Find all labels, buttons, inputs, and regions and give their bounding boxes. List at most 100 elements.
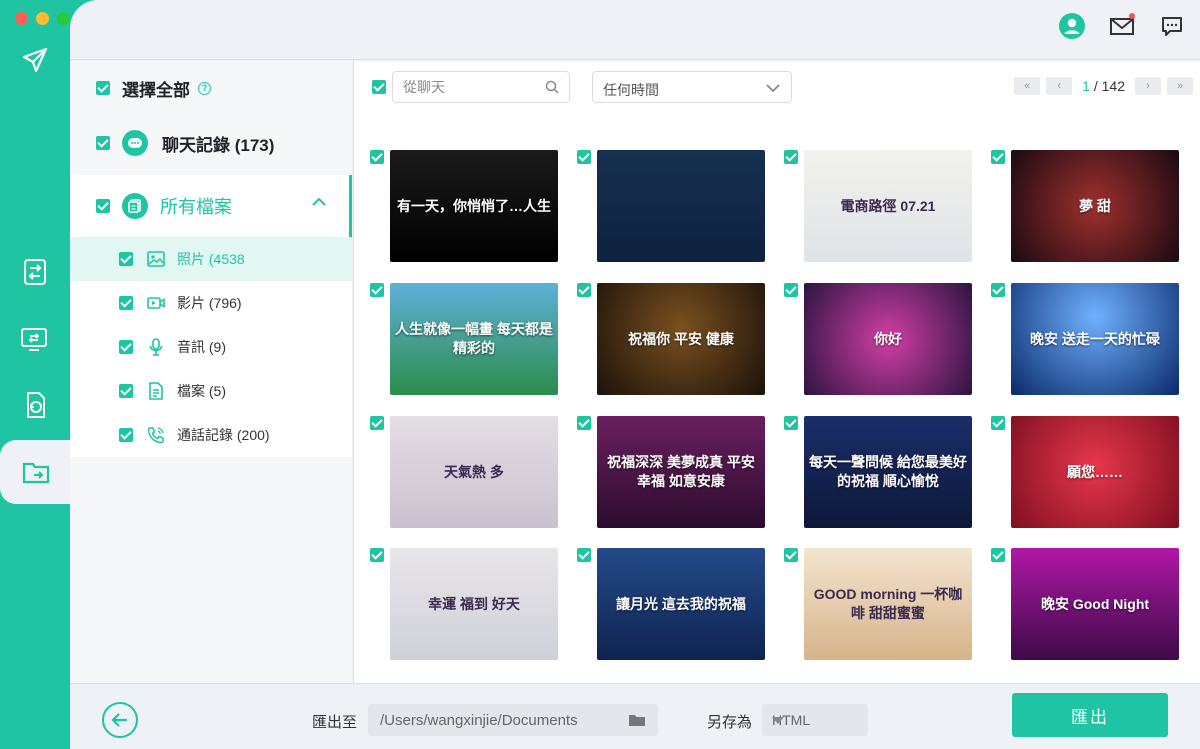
photo-thumbnail[interactable]: 你好 (804, 283, 972, 395)
photo-checkbox[interactable] (784, 150, 798, 164)
export-path-field[interactable]: /Users/wangxinjie/Documents (368, 704, 658, 736)
rail-device-sync-button[interactable] (0, 306, 70, 370)
chevron-up-icon[interactable] (311, 197, 327, 207)
account-button[interactable] (1058, 12, 1086, 40)
photo-tile[interactable]: 願您…… (991, 416, 1179, 528)
sidebar-item-photos[interactable]: 照片 (4538 (70, 237, 352, 281)
document-icon (147, 382, 165, 400)
photo-thumbnail[interactable]: 祝福深深 美夢成真 平安幸福 如意安康 (597, 416, 765, 528)
photo-tile[interactable]: 夢 甜 (991, 150, 1179, 262)
photo-thumbnail[interactable]: 幸運 福到 好天 (390, 548, 558, 660)
thumbnail-caption: 祝福你 平安 健康 (628, 330, 734, 347)
search-input[interactable] (403, 72, 543, 102)
rail-restore-button[interactable] (0, 373, 70, 437)
photo-tile[interactable] (577, 150, 765, 262)
photo-thumbnail[interactable]: 祝福你 平安 健康 (597, 283, 765, 395)
audio-icon (147, 338, 165, 356)
search-icon[interactable] (545, 80, 559, 94)
photo-tile[interactable]: 晚安 Good Night (991, 548, 1179, 660)
all-files-checkbox[interactable] (96, 199, 110, 213)
minimize-window-button[interactable] (36, 12, 49, 25)
feedback-button[interactable] (1158, 12, 1186, 40)
first-page-button[interactable]: « (1014, 77, 1041, 95)
format-select[interactable]: HTML (762, 704, 868, 736)
sidebar-item-audio[interactable]: 音訊 (9) (70, 325, 352, 369)
audio-label: 音訊 (9) (177, 339, 226, 355)
photo-checkbox[interactable] (370, 150, 384, 164)
chat-records-checkbox[interactable] (96, 136, 110, 150)
photo-thumbnail[interactable]: 人生就像一幅畫 每天都是精彩的 (390, 283, 558, 395)
photo-checkbox[interactable] (991, 416, 1005, 430)
thumbnail-caption: 天氣熱 多 (444, 463, 504, 480)
current-page: 1 (1082, 78, 1090, 94)
photo-tile[interactable]: 讓月光 這去我的祝福 (577, 548, 765, 660)
photo-checkbox[interactable] (784, 416, 798, 430)
photo-checkbox[interactable] (370, 416, 384, 430)
photo-tile[interactable]: 每天一聲問候 給您最美好的祝福 順心愉悅 (784, 416, 972, 528)
photo-tile[interactable]: 電商路徑 07.21 (784, 150, 972, 262)
photo-tile[interactable]: 天氣熱 多 (370, 416, 558, 528)
sidebar-item-documents[interactable]: 檔案 (5) (70, 369, 352, 413)
photo-tile[interactable]: GOOD morning 一杯咖啡 甜甜蜜蜜 (784, 548, 972, 660)
chevron-down-icon (766, 84, 780, 93)
photo-checkbox[interactable] (991, 283, 1005, 297)
photo-checkbox[interactable] (577, 548, 591, 562)
select-all-checkbox[interactable] (96, 81, 110, 95)
search-box[interactable] (392, 71, 570, 103)
photo-checkbox[interactable] (370, 548, 384, 562)
top-bar (70, 0, 1200, 60)
audio-checkbox[interactable] (119, 340, 133, 354)
photo-checkbox[interactable] (577, 283, 591, 297)
all-files-row[interactable]: 所有檔案 (70, 175, 352, 237)
photo-thumbnail[interactable]: 晚安 Good Night (1011, 548, 1179, 660)
photo-thumbnail[interactable]: 夢 甜 (1011, 150, 1179, 262)
calls-checkbox[interactable] (119, 428, 133, 442)
back-button[interactable] (102, 702, 138, 738)
thumbnail-caption: 人生就像一幅畫 每天都是精彩的 (395, 321, 553, 356)
photo-thumbnail[interactable]: 晚安 送走一天的忙碌 (1011, 283, 1179, 395)
photo-thumbnail[interactable]: 每天一聲問候 給您最美好的祝福 順心愉悅 (804, 416, 972, 528)
photo-tile[interactable]: 祝福深深 美夢成真 平安幸福 如意安康 (577, 416, 765, 528)
rail-export-button[interactable] (0, 440, 72, 504)
photo-tile[interactable]: 你好 (784, 283, 972, 395)
rail-transfer-button[interactable] (0, 240, 70, 304)
photo-thumbnail[interactable]: 電商路徑 07.21 (804, 150, 972, 262)
photo-tile[interactable]: 有一天，你悄悄了…人生 (370, 150, 558, 262)
photo-checkbox[interactable] (577, 416, 591, 430)
select-page-checkbox[interactable] (372, 80, 386, 94)
photo-checkbox[interactable] (370, 283, 384, 297)
photos-checkbox[interactable] (119, 252, 133, 266)
documents-checkbox[interactable] (119, 384, 133, 398)
photo-checkbox[interactable] (784, 548, 798, 562)
photo-checkbox[interactable] (991, 548, 1005, 562)
photo-checkbox[interactable] (577, 150, 591, 164)
photo-tile[interactable]: 晚安 送走一天的忙碌 (991, 283, 1179, 395)
photo-thumbnail[interactable]: 天氣熱 多 (390, 416, 558, 528)
mail-button[interactable] (1108, 12, 1136, 40)
time-filter-select[interactable]: 任何時間 (592, 71, 792, 103)
select-all-row[interactable]: 選擇全部 ? (70, 73, 352, 103)
chat-records-row[interactable]: 聊天記錄 (173) (70, 123, 352, 163)
photo-tile[interactable]: 祝福你 平安 健康 (577, 283, 765, 395)
photo-checkbox[interactable] (784, 283, 798, 297)
last-page-button[interactable]: » (1167, 77, 1193, 95)
folder-icon[interactable] (628, 713, 646, 727)
photo-thumbnail[interactable]: GOOD morning 一杯咖啡 甜甜蜜蜜 (804, 548, 972, 660)
photo-tile[interactable]: 幸運 福到 好天 (370, 548, 558, 660)
export-button[interactable]: 匯出 (1012, 693, 1168, 737)
photo-thumbnail[interactable]: 願您…… (1011, 416, 1179, 528)
photo-thumbnail[interactable]: 讓月光 這去我的祝福 (597, 548, 765, 660)
videos-checkbox[interactable] (119, 296, 133, 310)
sidebar-item-calls[interactable]: 通話記錄 (200) (70, 413, 352, 457)
help-icon[interactable]: ? (198, 81, 211, 95)
photo-thumbnail[interactable] (597, 150, 765, 262)
sidebar-item-videos[interactable]: 影片 (796) (70, 281, 352, 325)
prev-page-button[interactable]: ‹ (1046, 77, 1073, 95)
device-sync-icon (21, 328, 47, 351)
photo-tile[interactable]: 人生就像一幅畫 每天都是精彩的 (370, 283, 558, 395)
photo-checkbox[interactable] (991, 150, 1005, 164)
close-window-button[interactable] (15, 12, 28, 25)
zoom-window-button[interactable] (57, 12, 70, 25)
photo-thumbnail[interactable]: 有一天，你悄悄了…人生 (390, 150, 558, 262)
next-page-button[interactable]: › (1135, 77, 1161, 95)
